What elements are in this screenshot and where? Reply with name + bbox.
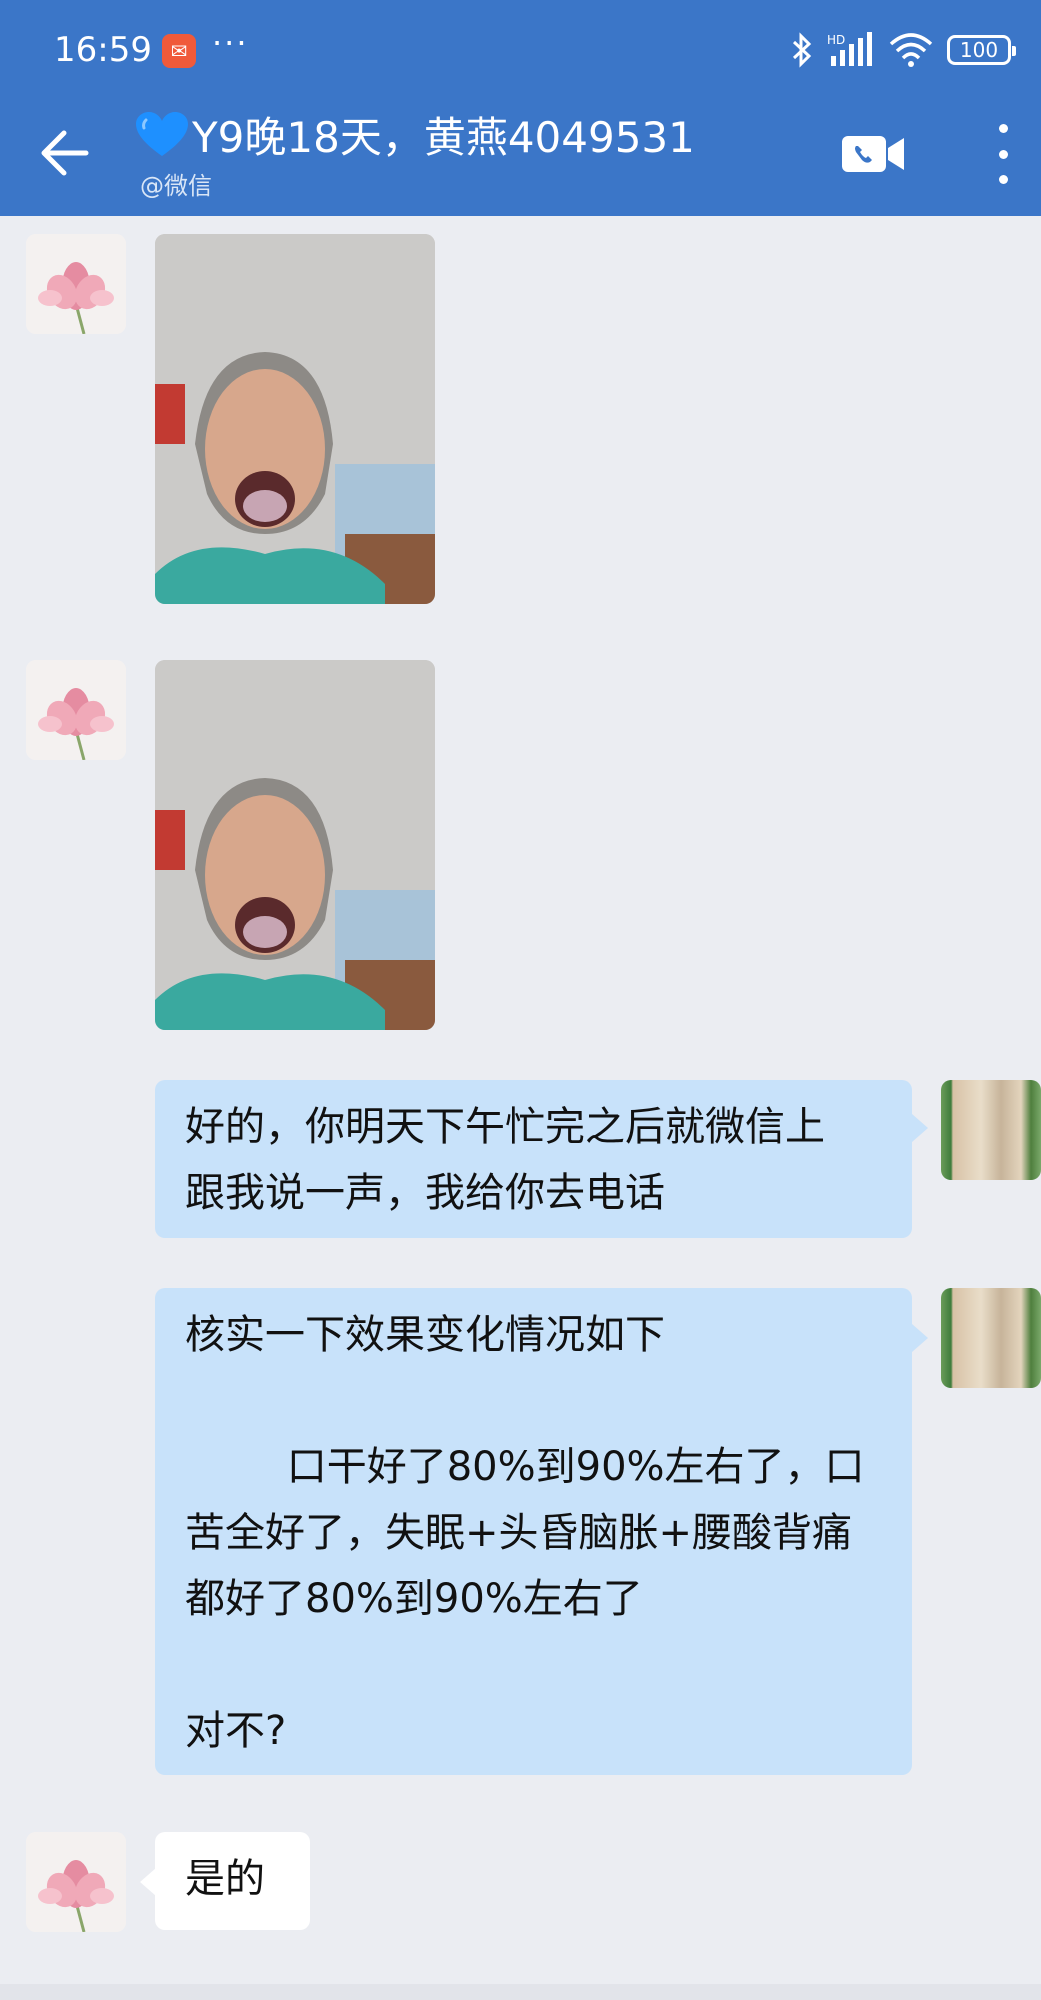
more-menu-icon[interactable] <box>988 124 1018 184</box>
message-image[interactable] <box>155 660 435 1030</box>
status-time: 16:59 <box>54 30 152 70</box>
message-bubble-outgoing[interactable]: 好的，你明天下午忙完之后就微信上 跟我说一声，我给你去电话 <box>155 1080 912 1238</box>
chat-subtitle: @微信 <box>140 172 212 200</box>
chat-title-row[interactable]: Y9晚18天，黄燕4049531 <box>136 104 695 165</box>
video-call-icon[interactable] <box>842 134 906 174</box>
bluetooth-icon <box>792 32 812 68</box>
message-line <box>185 1368 882 1434</box>
notification-app-icon: ✉ <box>162 34 196 68</box>
message-line: 对不? <box>185 1708 287 1754</box>
message-line: 是的 <box>185 1856 265 1902</box>
status-more-indicator: ··· <box>212 24 249 62</box>
back-arrow-icon[interactable] <box>36 125 92 181</box>
message-line <box>185 1632 882 1698</box>
contact-avatar[interactable] <box>26 1832 126 1932</box>
lotus-avatar-image <box>26 1832 126 1932</box>
my-avatar[interactable] <box>941 1080 1041 1180</box>
photo-content <box>155 234 435 604</box>
app-header: 16:59 ✉ ··· HD 100 Y9晚18天，黄燕4049531 @微信 <box>0 0 1041 216</box>
message-line: 核实一下效果变化情况如下 <box>185 1312 665 1358</box>
message-line: 苦全好了，失眠+头昏脑胀+腰酸背痛 <box>185 1510 853 1556</box>
signal-icon: HD <box>827 32 872 66</box>
lotus-avatar-image <box>26 660 126 760</box>
wifi-icon <box>889 33 933 67</box>
message-line: 跟我说一声，我给你去电话 <box>185 1170 665 1216</box>
message-line: 口干好了80%到90%左右了，口 <box>185 1444 865 1490</box>
bubble-tail <box>912 1324 928 1352</box>
svg-text:HD: HD <box>827 33 845 47</box>
message-line: 都好了80%到90%左右了 <box>185 1576 643 1622</box>
chat-title: Y9晚18天，黄燕4049531 <box>192 113 695 162</box>
bubble-tail <box>140 1868 156 1896</box>
my-avatar[interactable] <box>941 1288 1041 1388</box>
message-bubble-incoming[interactable]: 是的 <box>155 1832 310 1930</box>
blue-heart-icon <box>136 111 188 156</box>
status-icons: HD 100 <box>791 30 1016 70</box>
bubble-tail <box>912 1114 928 1142</box>
bottom-edge <box>0 1984 1041 2000</box>
message-bubble-outgoing[interactable]: 核实一下效果变化情况如下 口干好了80%到90%左右了，口 苦全好了，失眠+头昏… <box>155 1288 912 1775</box>
photo-content <box>155 660 435 1030</box>
message-image[interactable] <box>155 234 435 604</box>
message-line: 好的，你明天下午忙完之后就微信上 <box>185 1104 825 1150</box>
battery-indicator: 100 <box>947 35 1016 65</box>
contact-avatar[interactable] <box>26 660 126 760</box>
lotus-avatar-image <box>26 234 126 334</box>
contact-avatar[interactable] <box>26 234 126 334</box>
